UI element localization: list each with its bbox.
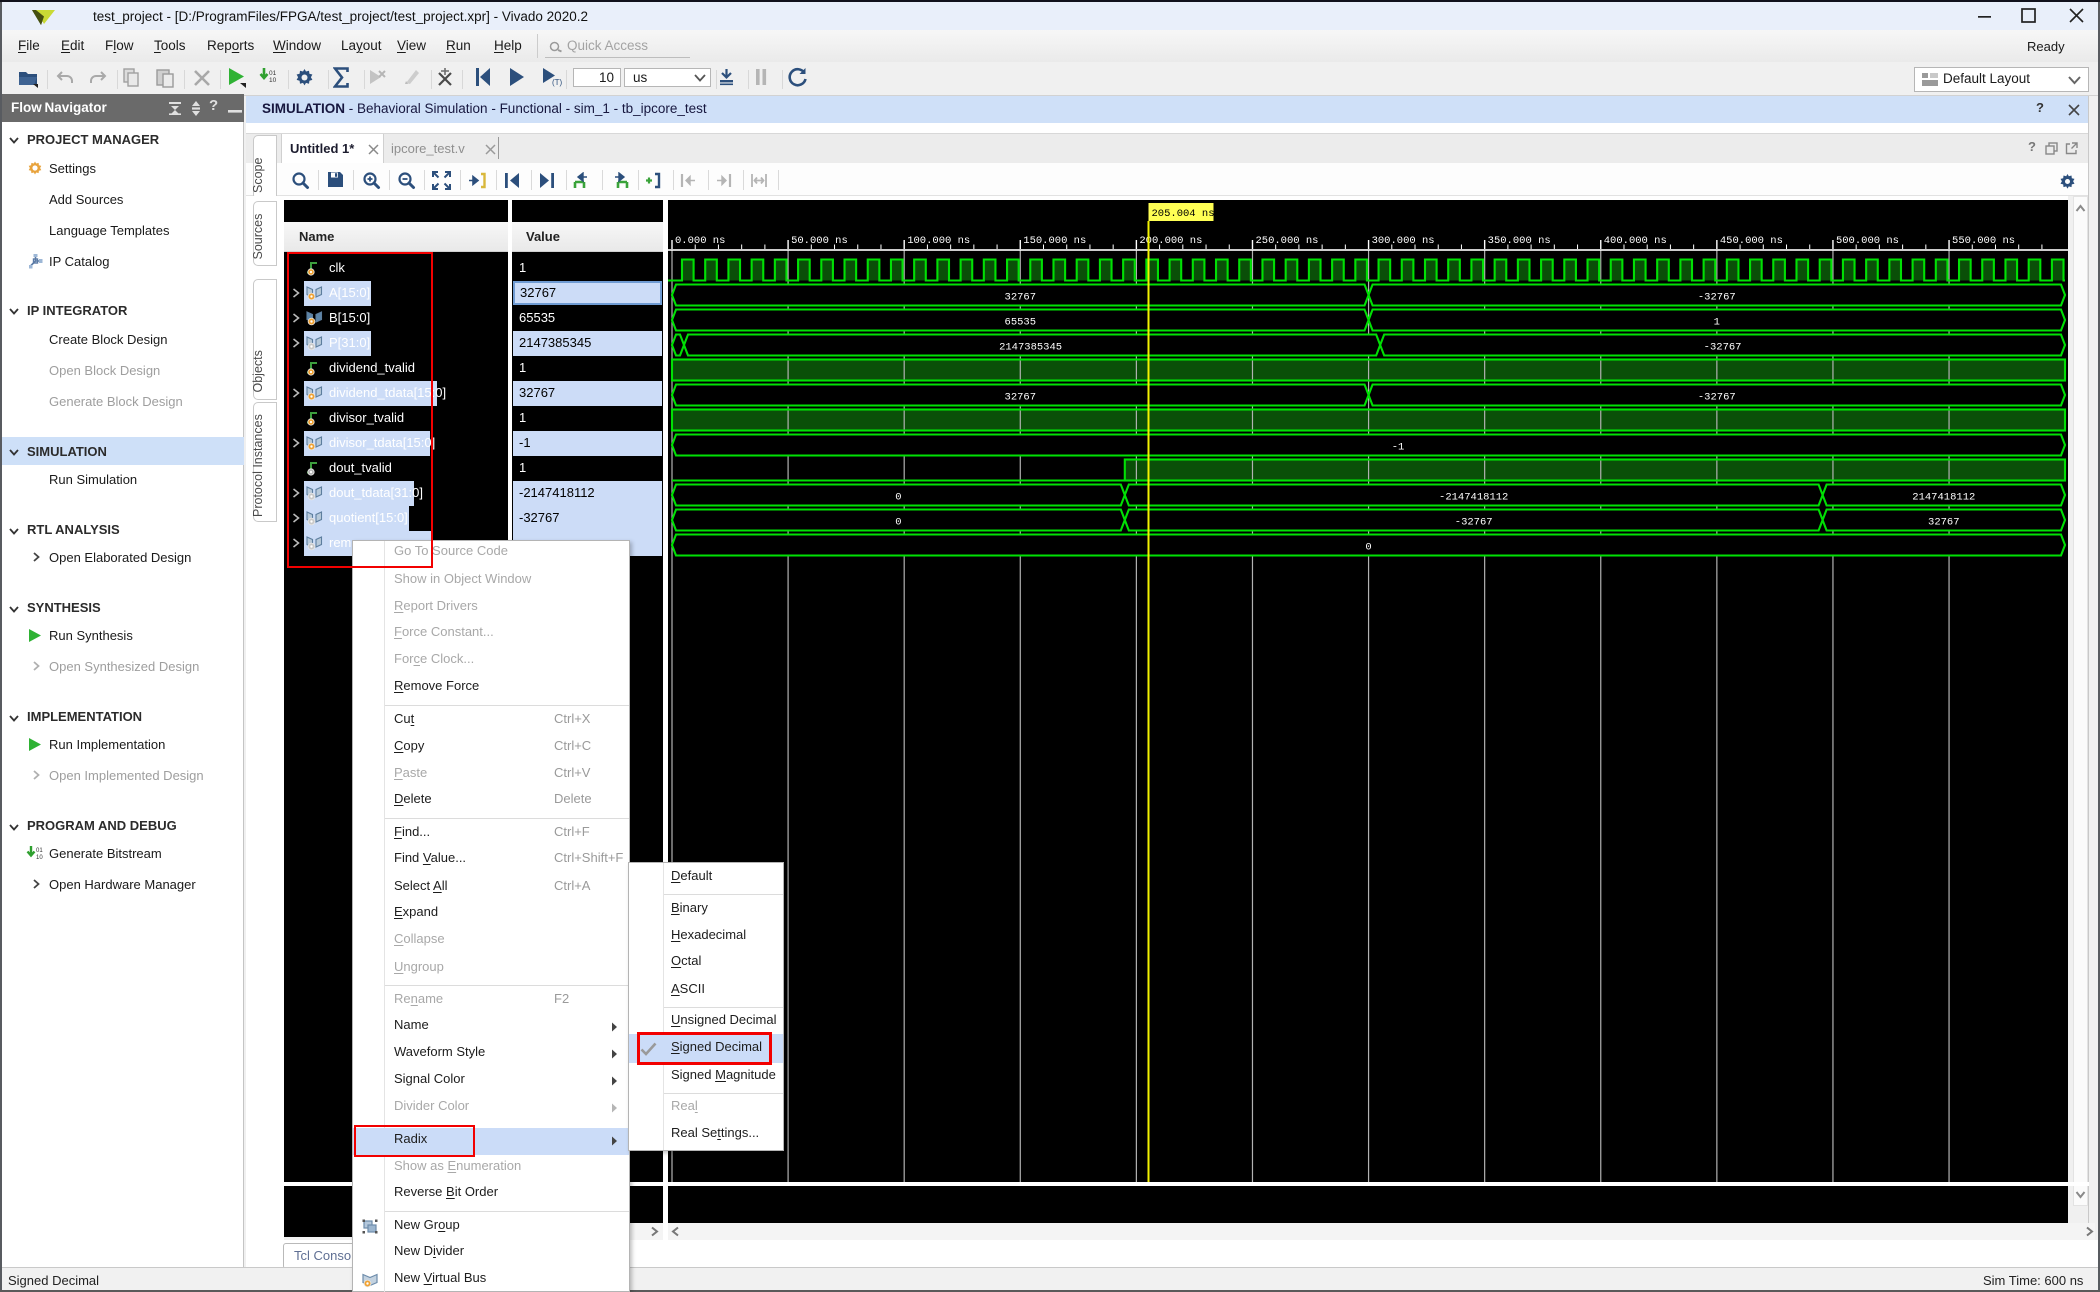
- svg-text:01: 01: [36, 848, 43, 854]
- svg-text:350.000 ns: 350.000 ns: [1488, 235, 1551, 247]
- svg-text:250.000 ns: 250.000 ns: [1255, 235, 1318, 247]
- svg-text:-1: -1: [1392, 442, 1405, 454]
- svg-text:500.000 ns: 500.000 ns: [1836, 235, 1899, 247]
- svg-text:1: 1: [1714, 317, 1720, 329]
- svg-text:32767: 32767: [1928, 517, 1960, 529]
- svg-text:550.000 ns: 550.000 ns: [1952, 235, 2015, 247]
- svg-text:450.000 ns: 450.000 ns: [1720, 235, 1783, 247]
- svg-text:2147418112: 2147418112: [1912, 492, 1975, 504]
- svg-text:300.000 ns: 300.000 ns: [1372, 235, 1435, 247]
- svg-text:205.004 ns: 205.004 ns: [1152, 208, 1215, 220]
- svg-text:-2147418112: -2147418112: [1439, 492, 1508, 504]
- svg-text:10: 10: [269, 77, 277, 84]
- svg-text:-32767: -32767: [1698, 292, 1736, 304]
- svg-text:(T): (T): [552, 78, 563, 87]
- svg-text:0: 0: [895, 492, 901, 504]
- svg-text:65535: 65535: [1005, 317, 1037, 329]
- svg-text:0: 0: [1365, 542, 1371, 554]
- svg-text:10: 10: [36, 855, 43, 861]
- svg-text:150.000 ns: 150.000 ns: [1023, 235, 1086, 247]
- svg-text:01: 01: [269, 70, 277, 77]
- svg-text:-32767: -32767: [1455, 517, 1493, 529]
- svg-text:-32767: -32767: [1698, 392, 1736, 404]
- svg-text:50.000 ns: 50.000 ns: [791, 235, 848, 247]
- svg-text:100.000 ns: 100.000 ns: [907, 235, 970, 247]
- svg-text:0.000 ns: 0.000 ns: [675, 235, 725, 247]
- svg-text:-32767: -32767: [1704, 342, 1742, 354]
- svg-text:2147385345: 2147385345: [999, 342, 1062, 354]
- svg-text:400.000 ns: 400.000 ns: [1604, 235, 1667, 247]
- svg-text:0: 0: [895, 517, 901, 529]
- svg-text:32767: 32767: [1005, 392, 1037, 404]
- svg-text:32767: 32767: [1005, 292, 1037, 304]
